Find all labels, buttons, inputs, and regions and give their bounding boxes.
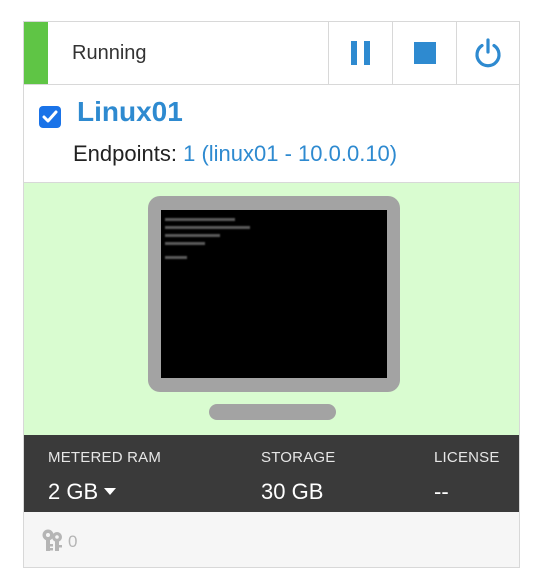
- console-screen: [161, 210, 387, 378]
- ram-value: 2 GB: [48, 479, 99, 504]
- monitor-icon: [148, 196, 400, 392]
- caret-down-icon: [104, 488, 117, 496]
- card-footer: 0: [24, 512, 519, 567]
- status-label: Running: [72, 41, 147, 64]
- console-preview[interactable]: [24, 183, 519, 435]
- storage-value: 30 GB: [261, 479, 324, 504]
- power-icon: [475, 38, 501, 68]
- checkmark-icon: [42, 110, 58, 123]
- ram-dropdown[interactable]: 2 GB: [48, 479, 117, 505]
- monitor-stand: [209, 404, 336, 420]
- stop-button[interactable]: [392, 22, 456, 84]
- storage-label: STORAGE: [261, 449, 336, 466]
- status-indicator: [24, 22, 48, 84]
- ram-label: METERED RAM: [48, 449, 162, 466]
- license-value: --: [434, 479, 449, 504]
- stats-bar: METERED RAM 2 GB STORAGE 30 GB LICENSE -…: [24, 435, 519, 512]
- vm-name-link[interactable]: Linux01: [77, 96, 183, 128]
- keys-icon[interactable]: [40, 528, 66, 552]
- vm-header: Linux01 Endpoints: 1 (linux01 - 10.0.0.1…: [24, 84, 519, 183]
- endpoints-label: Endpoints:: [73, 141, 177, 166]
- select-checkbox[interactable]: [39, 106, 61, 128]
- status-bar: Running: [24, 22, 519, 85]
- vm-card: Running Linux01 Endpoints: 1 (linux01 - …: [23, 21, 520, 568]
- keys-count: 0: [68, 532, 78, 551]
- endpoints-link[interactable]: 1 (linux01 - 10.0.0.10): [183, 141, 397, 166]
- pause-icon: [350, 41, 370, 65]
- license-label: LICENSE: [434, 449, 500, 466]
- endpoints-row: Endpoints: 1 (linux01 - 10.0.0.10): [73, 141, 397, 167]
- power-button[interactable]: [456, 22, 519, 84]
- stop-icon: [413, 42, 436, 64]
- pause-button[interactable]: [328, 22, 392, 84]
